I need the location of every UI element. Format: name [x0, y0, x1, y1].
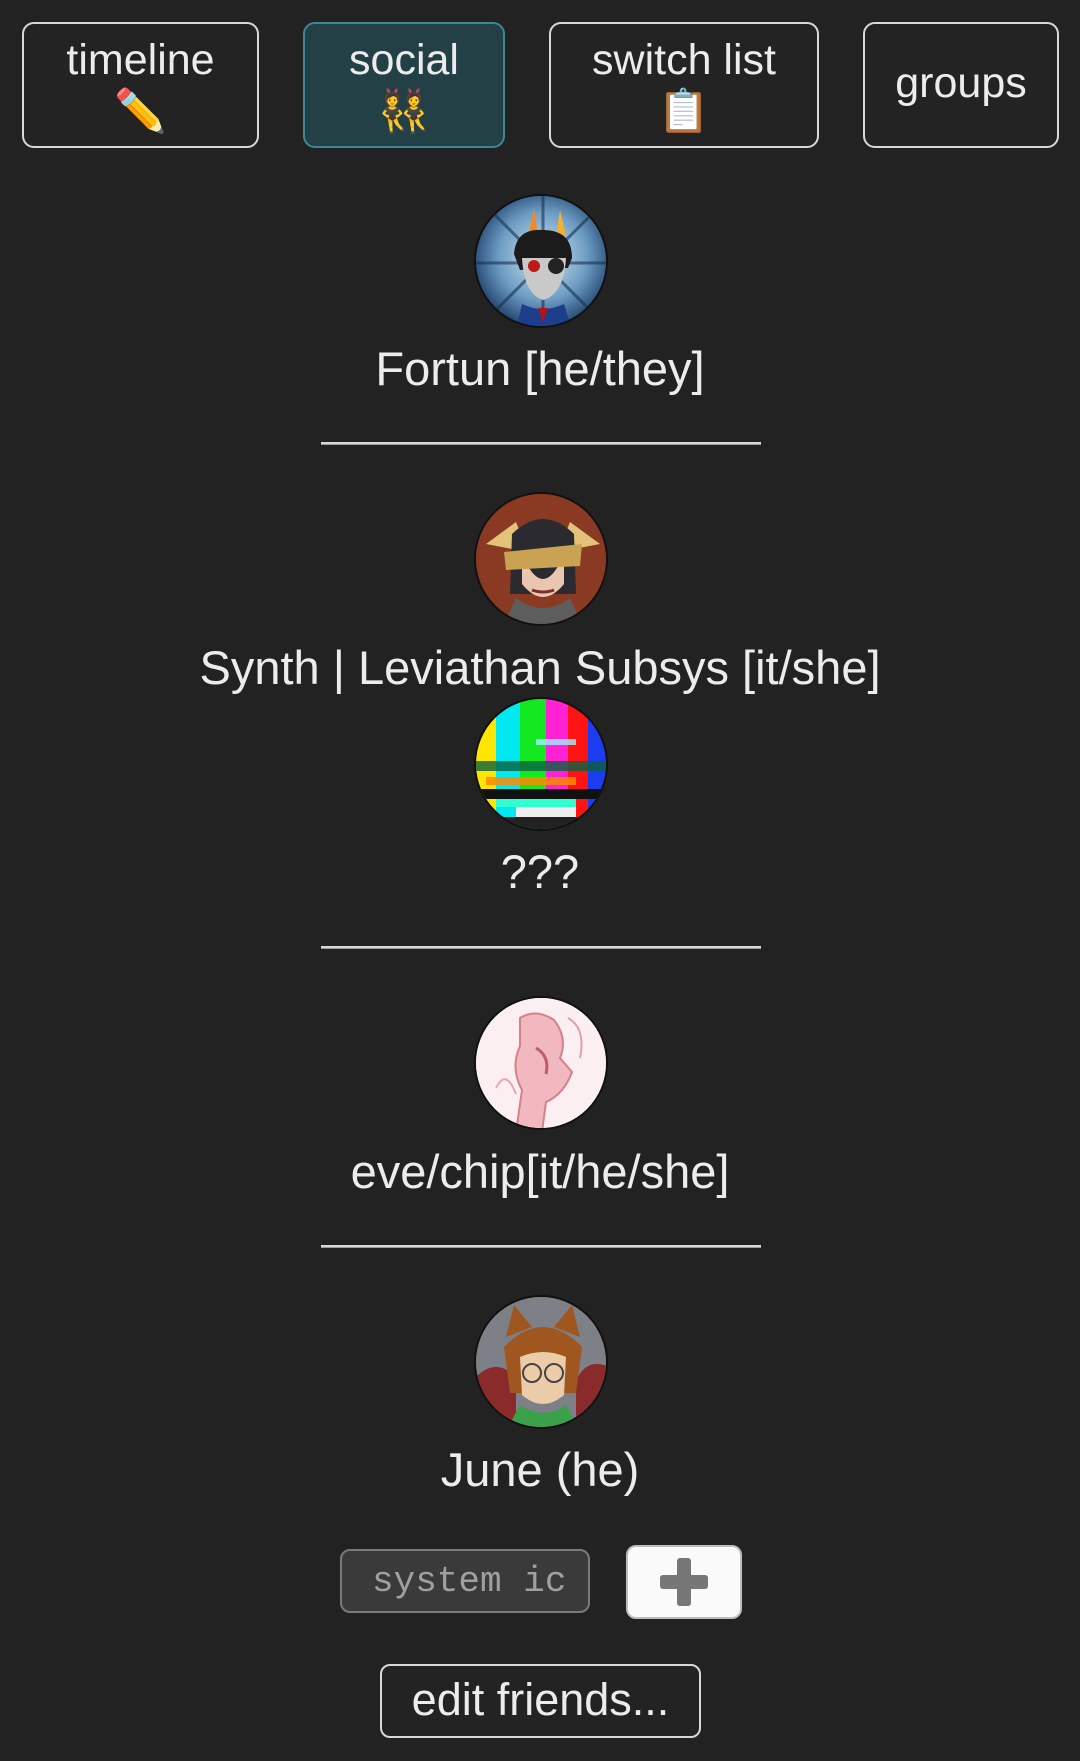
- friend-name[interactable]: ???: [0, 844, 1080, 900]
- tab-timeline[interactable]: timeline ✏️: [22, 22, 259, 148]
- troll-avatar-icon: [476, 196, 606, 326]
- sketch-avatar-icon: [476, 998, 606, 1128]
- tab-switch-list-label: switch list: [592, 36, 776, 84]
- avatar[interactable]: [474, 194, 608, 328]
- pencil-icon: ✏️: [114, 86, 167, 135]
- add-friend-button[interactable]: [626, 1545, 742, 1619]
- avatar[interactable]: [474, 492, 608, 626]
- glitch-avatar-icon: [476, 699, 606, 829]
- tab-social-label: social: [349, 36, 459, 84]
- divider: [321, 1245, 761, 1248]
- friend-name[interactable]: eve/chip[it/he/she]: [0, 1144, 1080, 1200]
- plus-icon: [660, 1558, 708, 1606]
- catgirl-avatar-icon: [476, 1297, 606, 1427]
- tab-bar: timeline ✏️ social 👯 switch list 📋 group…: [0, 0, 1080, 160]
- clipboard-icon: 📋: [657, 86, 711, 135]
- dancers-icon: 👯: [377, 86, 431, 135]
- tab-groups[interactable]: groups: [863, 22, 1059, 148]
- avatar[interactable]: [474, 1295, 608, 1429]
- friend-name[interactable]: Synth | Leviathan Subsys [it/she]: [0, 640, 1080, 696]
- edit-friends-button[interactable]: edit friends...: [380, 1664, 701, 1738]
- friend-name[interactable]: Fortun [he/they]: [0, 341, 1080, 397]
- tab-groups-label: groups: [895, 59, 1027, 107]
- system-id-input[interactable]: [340, 1549, 590, 1613]
- friend-name[interactable]: June (he): [0, 1442, 1080, 1498]
- divider: [321, 946, 761, 949]
- tab-switch-list[interactable]: switch list 📋: [549, 22, 819, 148]
- tab-timeline-label: timeline: [66, 36, 215, 84]
- blindfolded-avatar-icon: [476, 494, 606, 624]
- avatar[interactable]: [474, 996, 608, 1130]
- tab-social[interactable]: social 👯: [303, 22, 505, 148]
- avatar[interactable]: [474, 697, 608, 831]
- divider: [321, 442, 761, 445]
